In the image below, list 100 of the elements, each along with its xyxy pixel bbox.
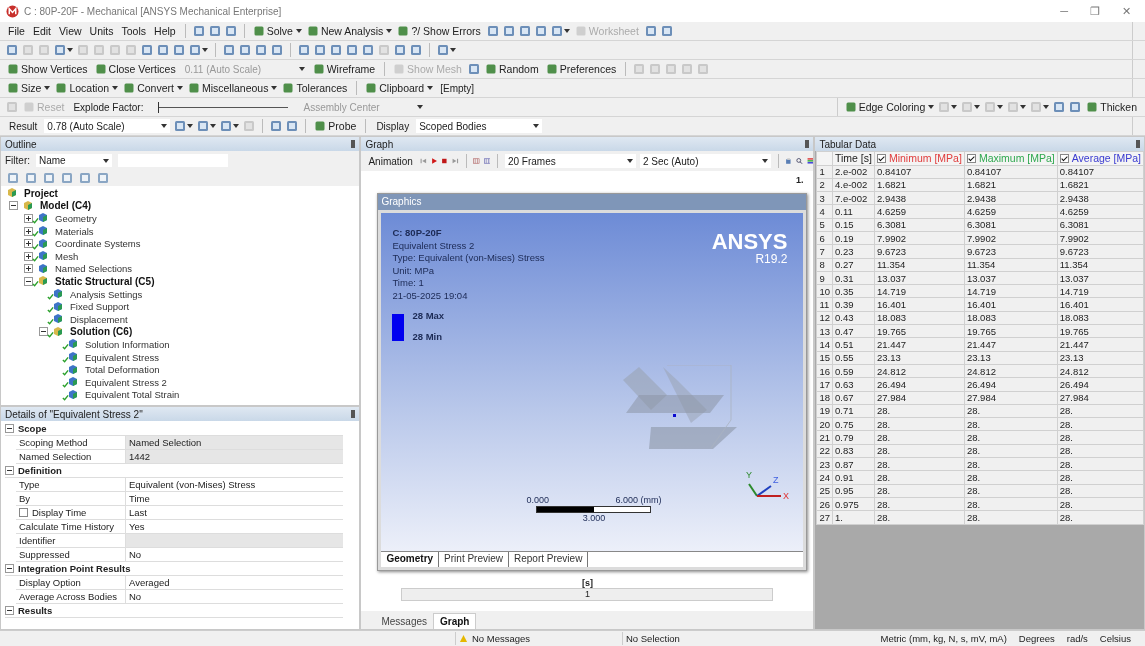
tab[interactable]: Messages [375,614,433,629]
tool-icon[interactable] [173,44,185,56]
checkbox[interactable] [1059,153,1069,163]
tool-icon[interactable] [314,44,326,56]
tree-item[interactable]: Coordinate Systems [55,238,141,250]
toolbar-button[interactable]: Miscellaneous [186,80,271,96]
toolbar-button[interactable]: Thicken [1085,99,1139,115]
window-control[interactable]: ✕ [1122,4,1131,18]
tool-icon[interactable] [467,63,480,75]
tool-icon[interactable] [502,25,515,37]
tool-icon[interactable] [486,25,499,37]
caret-icon[interactable] [176,86,183,90]
caret-icon[interactable] [386,29,393,33]
tab[interactable]: Geometry [381,552,440,567]
caret-icon[interactable] [427,86,434,90]
tool-icon[interactable] [6,44,18,56]
tree-item[interactable]: Fixed Support [70,301,130,313]
tree-item[interactable]: Project [24,187,58,199]
toolbar-button[interactable]: Close Vertices [93,61,178,77]
toolbar-button[interactable]: ?/ Show Errors [396,23,483,39]
tool-icon[interactable] [394,44,406,56]
caret-icon[interactable] [202,48,208,52]
tool-icon[interactable] [79,172,91,184]
caret-icon[interactable] [233,124,240,128]
pin-icon[interactable] [351,140,356,148]
tree-item[interactable]: Equivalent Stress 2 [85,376,167,388]
export-icon[interactable] [785,155,793,167]
tool-icon[interactable] [362,44,374,56]
frames-dropdown[interactable]: 20 Frames [504,154,636,168]
menu-item[interactable]: Help [152,25,178,37]
menu-item[interactable]: Tools [119,25,149,37]
caret-icon[interactable] [450,48,456,52]
expander-icon[interactable] [24,276,33,286]
tool-icon[interactable] [7,172,19,184]
expander-icon[interactable] [5,466,14,475]
window-control[interactable]: ❐ [1090,4,1100,18]
menu-item[interactable]: View [57,25,84,37]
tool-icon[interactable] [298,44,310,56]
duration-dropdown[interactable]: 2 Sec (Auto) [639,154,771,168]
expander-icon[interactable] [24,264,33,274]
tool-icon[interactable] [410,44,422,56]
toolbar-button[interactable]: Location [54,80,112,96]
window-control[interactable]: ─ [1060,4,1068,18]
caret-icon[interactable] [210,124,217,128]
expander-icon[interactable] [24,214,33,223]
zoom-icon[interactable] [796,155,803,167]
toolbar-button[interactable]: New Analysis [305,23,386,39]
menu-item[interactable]: Edit [30,25,53,37]
caret-icon[interactable] [67,48,73,52]
property-value[interactable]: Time [126,492,344,505]
property-value[interactable]: Averaged [126,576,344,589]
caret-icon[interactable] [112,86,119,90]
tree-item[interactable]: Solution (C6) [70,326,133,338]
pin-icon[interactable] [351,410,356,418]
tool-icon[interactable] [330,44,342,56]
toolbar-button[interactable]: Probe [313,118,359,134]
tool-icon[interactable] [1069,101,1082,113]
toolbar-button[interactable]: Show Vertices [6,61,90,77]
dropdown[interactable]: 0.78 (Auto Scale) [44,119,171,133]
expander-icon[interactable] [24,226,33,236]
toolbar-button[interactable]: Edge Coloring [843,99,928,115]
tool-icon[interactable] [224,25,237,37]
menu-item[interactable]: Units [87,25,116,37]
tool-icon[interactable] [141,44,153,56]
tool-icon[interactable] [25,172,37,184]
expander-icon[interactable] [39,327,48,337]
tab[interactable]: Graph [433,613,477,629]
toolbar-button[interactable]: Wireframe [311,61,378,77]
tree-item[interactable]: Named Selections [55,263,133,275]
tree-item[interactable]: Solution Information [85,338,170,350]
caret-icon[interactable] [928,105,935,109]
tool-icon[interactable] [208,25,221,37]
tool-icon[interactable] [534,25,547,37]
property-value[interactable]: 1442 [126,450,344,463]
tree-item[interactable]: Materials [55,225,94,237]
checkbox[interactable] [19,508,28,517]
play-icon[interactable] [430,155,438,167]
toolbar-button[interactable]: Convert [122,80,176,96]
toolbar-button[interactable]: Clipboard [364,80,427,96]
toolbar-button[interactable]: Random [483,61,541,77]
menu-item[interactable]: File [6,25,27,37]
tool-icon[interactable] [644,25,657,37]
tool-icon[interactable] [43,172,55,184]
tree-item[interactable]: Static Structural (C5) [55,275,155,287]
tool-icon[interactable] [157,44,169,56]
checkbox[interactable] [876,153,886,163]
tool-icon[interactable] [286,120,299,132]
toolbar-button[interactable]: Size [6,80,44,96]
caret-icon[interactable] [295,29,302,33]
property-value[interactable]: Last [126,506,344,519]
toolbar-button[interactable]: Solve [251,23,295,39]
tool-icon[interactable] [255,44,267,56]
tree-item[interactable]: Total Deformation [85,364,160,376]
property-value[interactable]: Yes [126,520,344,533]
expander-icon[interactable] [5,564,14,573]
tab[interactable]: Report Preview [509,552,589,567]
expander-icon[interactable] [24,239,33,249]
tree-item[interactable]: Displacement [70,313,128,325]
tree-item[interactable]: Model (C4) [40,200,92,212]
filter-dropdown[interactable]: Name [36,154,112,167]
